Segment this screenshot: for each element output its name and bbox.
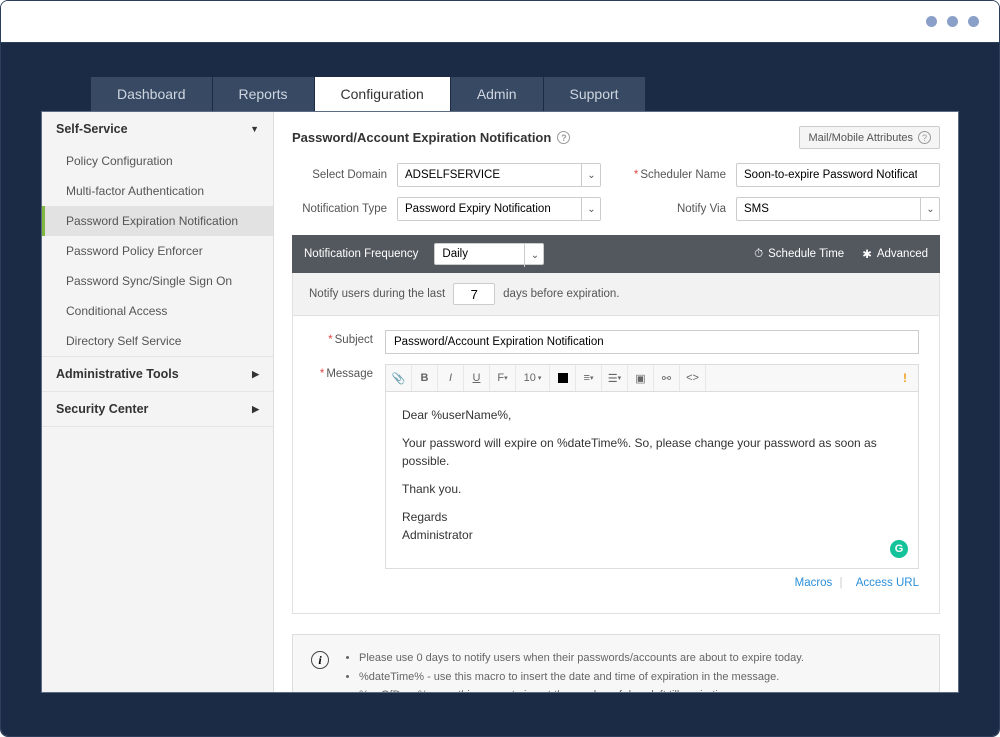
- info-item: Please use 0 days to notify users when t…: [359, 649, 804, 668]
- main-tabs: Dashboard Reports Configuration Admin Su…: [91, 77, 999, 111]
- gear-icon: ✱: [862, 247, 872, 261]
- sidebar-section-label: Security Center: [56, 402, 148, 416]
- tab-admin[interactable]: Admin: [451, 77, 544, 111]
- access-url-link[interactable]: Access URL: [856, 577, 919, 589]
- frequency-label: Notification Frequency: [304, 248, 418, 260]
- scheduler-name-input[interactable]: [736, 163, 940, 187]
- attachment-icon[interactable]: 📎: [386, 365, 412, 391]
- help-icon[interactable]: ?: [557, 131, 570, 144]
- editor-line: Your password will expire on %dateTime%.…: [402, 434, 902, 470]
- page-title-text: Password/Account Expiration Notification: [292, 130, 551, 145]
- notify-days-input[interactable]: [453, 283, 495, 305]
- tab-configuration[interactable]: Configuration: [315, 77, 451, 111]
- schedule-time-label: Schedule Time: [768, 248, 844, 260]
- select-domain-dropdown[interactable]: ⌄: [397, 163, 601, 187]
- image-icon[interactable]: ▣: [628, 365, 654, 391]
- notify-via-label: Notify Via: [631, 203, 726, 215]
- font-icon[interactable]: F▾: [490, 365, 516, 391]
- sidebar-item-pwd-sync[interactable]: Password Sync/Single Sign On: [42, 266, 273, 296]
- window-dot: [947, 16, 958, 27]
- notify-via-dropdown[interactable]: ⌄: [736, 197, 940, 221]
- frequency-bar: Notification Frequency ⌄ ⏱ Schedule Time…: [292, 235, 940, 273]
- sidebar-security-header[interactable]: Security Center ▶: [42, 392, 273, 426]
- notify-post-text: days before expiration.: [503, 288, 619, 300]
- notification-type-value[interactable]: [397, 197, 601, 221]
- help-icon: ?: [918, 131, 931, 144]
- separator: |: [840, 577, 843, 589]
- warning-icon[interactable]: !: [892, 365, 918, 391]
- editor-line: Regards: [402, 508, 902, 526]
- notify-pre-text: Notify users during the last: [309, 288, 445, 300]
- info-item: %noOfDays% - use this macro to insert th…: [359, 686, 804, 692]
- subject-input[interactable]: [385, 330, 919, 354]
- subject-label: Subject: [313, 330, 373, 346]
- advanced-label: Advanced: [877, 248, 928, 260]
- link-icon[interactable]: ⚯: [654, 365, 680, 391]
- sidebar-item-directory[interactable]: Directory Self Service: [42, 326, 273, 356]
- mail-mobile-attributes-button[interactable]: Mail/Mobile Attributes ?: [799, 126, 940, 149]
- message-label: Message: [313, 364, 373, 380]
- schedule-time-link[interactable]: ⏱ Schedule Time: [754, 248, 844, 261]
- info-box: i Please use 0 days to notify users when…: [292, 634, 940, 692]
- grammarly-icon[interactable]: G: [890, 540, 908, 558]
- sidebar-admin-tools-header[interactable]: Administrative Tools ▶: [42, 357, 273, 391]
- info-icon: i: [311, 651, 329, 669]
- caret-down-icon: ▼: [250, 124, 259, 134]
- sidebar-item-pwd-expiration[interactable]: Password Expiration Notification: [42, 206, 273, 236]
- editor-toolbar: 📎 B I U F▾ 10▾ ≡▾ ☰▾ ▣ ⚯: [385, 364, 919, 392]
- sidebar: Self-Service ▼ Policy Configuration Mult…: [42, 112, 274, 692]
- select-domain-label: Select Domain: [292, 169, 387, 181]
- italic-icon[interactable]: I: [438, 365, 464, 391]
- editor-line: Dear %userName%,: [402, 406, 902, 424]
- sidebar-item-pwd-policy[interactable]: Password Policy Enforcer: [42, 236, 273, 266]
- window-dot: [968, 16, 979, 27]
- sidebar-section-label: Self-Service: [56, 122, 128, 136]
- window-dot: [926, 16, 937, 27]
- scheduler-name-label: Scheduler Name: [631, 169, 726, 181]
- sidebar-section-label: Administrative Tools: [56, 367, 179, 381]
- notify-days-bar: Notify users during the last days before…: [292, 273, 940, 316]
- list-icon[interactable]: ☰▾: [602, 365, 628, 391]
- page-title: Password/Account Expiration Notification…: [292, 130, 570, 145]
- clock-icon: ⏱: [754, 248, 763, 261]
- sidebar-self-service-header[interactable]: Self-Service ▼: [42, 112, 273, 146]
- notification-type-label: Notification Type: [292, 203, 387, 215]
- align-icon[interactable]: ≡▾: [576, 365, 602, 391]
- browser-titlebar: [1, 1, 999, 43]
- frequency-value[interactable]: [434, 243, 544, 265]
- fontsize-dropdown[interactable]: 10▾: [516, 365, 550, 391]
- caret-right-icon: ▶: [252, 369, 259, 380]
- tab-support[interactable]: Support: [544, 77, 646, 111]
- advanced-link[interactable]: ✱ Advanced: [862, 247, 928, 261]
- main-panel: Password/Account Expiration Notification…: [274, 112, 958, 692]
- code-icon[interactable]: <>: [680, 365, 706, 391]
- select-domain-value[interactable]: [397, 163, 601, 187]
- sidebar-item-policy-config[interactable]: Policy Configuration: [42, 146, 273, 176]
- macros-link[interactable]: Macros: [795, 577, 833, 589]
- message-editor[interactable]: Dear %userName%, Your password will expi…: [385, 392, 919, 569]
- frequency-dropdown[interactable]: ⌄: [434, 243, 544, 265]
- text-color-icon[interactable]: [550, 365, 576, 391]
- underline-icon[interactable]: U: [464, 365, 490, 391]
- attr-btn-label: Mail/Mobile Attributes: [808, 132, 913, 144]
- sidebar-item-conditional[interactable]: Conditional Access: [42, 296, 273, 326]
- notify-via-value[interactable]: [736, 197, 940, 221]
- editor-line: Thank you.: [402, 480, 902, 498]
- tab-dashboard[interactable]: Dashboard: [91, 77, 213, 111]
- editor-line: Administrator: [402, 526, 902, 544]
- notification-type-dropdown[interactable]: ⌄: [397, 197, 601, 221]
- caret-right-icon: ▶: [252, 404, 259, 415]
- sidebar-item-mfa[interactable]: Multi-factor Authentication: [42, 176, 273, 206]
- tab-reports[interactable]: Reports: [213, 77, 315, 111]
- info-item: %dateTime% - use this macro to insert th…: [359, 668, 804, 687]
- bold-icon[interactable]: B: [412, 365, 438, 391]
